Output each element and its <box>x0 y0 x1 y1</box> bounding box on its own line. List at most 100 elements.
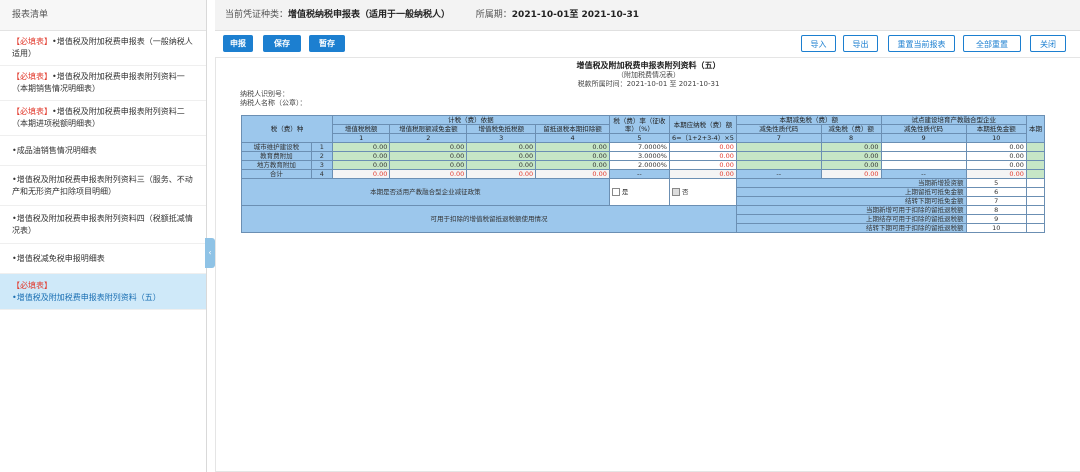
sidebar-item-label: •增值税减免税申报明细表 <box>12 253 105 263</box>
overflow-cell <box>1025 196 1045 206</box>
tax-name: 地方教育附加 <box>241 160 312 170</box>
payable-amount: 0.00 <box>668 151 737 161</box>
surcharge-table-scroll[interactable]: 税（费）种 计税（费）依据 税（费）率（征收率）（%） 本期应纳税（费）额 本期… <box>241 115 1045 304</box>
sidebar-item-oil-sales[interactable]: •成品油销售情况明细表 <box>0 136 206 166</box>
tax-rate: 3.0000% <box>608 151 670 161</box>
required-tag: 【必填表】 <box>12 72 52 81</box>
close-button[interactable]: 关闭 <box>1030 35 1066 52</box>
table-total-row: 合计 4 0.00 0.00 0.00 0.00 -- 0.00 -- 0.00… <box>241 169 1045 179</box>
header-red-code: 减免性质代码 <box>735 124 822 134</box>
total-reduction: 0.00 <box>820 169 882 179</box>
vat-amount[interactable]: 0.00 <box>331 142 391 152</box>
vat-amount[interactable]: 0.00 <box>331 160 391 170</box>
report-list-sidebar: 报表清单 【必填表】•增值税及附加税费申报表（一般纳税人适用） 【必填表】•增值… <box>0 0 207 472</box>
pilot-code[interactable] <box>880 151 967 161</box>
header-vat-free: 增值税免抵税额 <box>466 124 537 134</box>
reduction-amount[interactable]: 0.00 <box>820 160 882 170</box>
reset-all-button[interactable]: 全部重置 <box>963 35 1021 52</box>
overflow-cell <box>1025 142 1045 152</box>
sidebar-item-exemption[interactable]: •增值税减免税申报明细表 <box>0 244 206 274</box>
table-row: 地方教育附加 3 0.00 0.00 0.00 0.00 2.0000% 0.0… <box>241 160 1045 170</box>
total-vat: 0.00 <box>331 169 391 179</box>
taxpayer-name-label: 纳税人名称（公章）： <box>240 99 307 107</box>
temp-save-button[interactable]: 暂存 <box>309 35 345 52</box>
sidebar-item-schedule-4[interactable]: •增值税及附加税费申报表附列资料四（税额抵减情况表） <box>0 206 206 244</box>
col-num: 8 <box>820 133 882 143</box>
required-tag: 【必填表】 <box>12 280 52 290</box>
reduction-code[interactable] <box>735 151 822 161</box>
pilot-amount[interactable]: 0.00 <box>965 151 1027 161</box>
line-label: 上期结存可用于扣除的留抵退税额 <box>735 214 967 224</box>
refund-deduction[interactable]: 0.00 <box>535 160 610 170</box>
vat-exempt-amount[interactable]: 0.00 <box>389 160 468 170</box>
line-label: 当期新增投资额 <box>735 178 967 188</box>
total-label: 合计 <box>241 169 312 179</box>
col-num: 5 <box>608 133 670 143</box>
col-num: 7 <box>735 133 822 143</box>
yes-checkbox[interactable] <box>611 188 620 196</box>
no-checkbox[interactable] <box>671 188 680 196</box>
line-no: 5 <box>965 178 1027 188</box>
payable-amount: 0.00 <box>668 142 737 152</box>
header-rate: 税（费）率（征收率）（%） <box>608 115 670 134</box>
declare-button[interactable]: 申报 <box>223 35 253 52</box>
surcharge-table: 税（费）种 计税（费）依据 税（费）率（征收率）（%） 本期应纳税（费）额 本期… <box>241 115 1045 233</box>
period-label: 所属期： <box>475 10 512 20</box>
refund-deduction[interactable]: 0.00 <box>535 142 610 152</box>
sidebar-item-schedule-1[interactable]: 【必填表】•增值税及附加税费申报表附列资料一（本期销售情况明细表） <box>0 66 206 101</box>
reduction-code[interactable] <box>735 142 822 152</box>
refund-deduction[interactable]: 0.00 <box>535 151 610 161</box>
reduction-code[interactable] <box>735 160 822 170</box>
tax-rate: 2.0000% <box>608 160 670 170</box>
toolbar: 申报 保存 暂存 导入 导出 重置当前报表 全部重置 关闭 <box>215 35 1080 53</box>
vat-amount[interactable]: 0.00 <box>331 151 391 161</box>
required-tag: 【必填表】 <box>12 37 52 46</box>
vat-free-amount[interactable]: 0.00 <box>466 151 537 161</box>
vat-free-amount[interactable]: 0.00 <box>466 142 537 152</box>
required-tag: 【必填表】 <box>12 107 52 116</box>
save-button[interactable]: 保存 <box>263 35 301 52</box>
total-red-code: -- <box>735 169 822 179</box>
refund-row: 可用于扣除的增值税留抵退税额使用情况 当期新增可用于扣除的留抵退税额 8 <box>241 205 1045 233</box>
vat-exempt-amount[interactable]: 0.00 <box>389 151 468 161</box>
line-no: 10 <box>965 223 1027 233</box>
policy-question: 本期是否适用产教融合型企业减征政策 <box>241 178 610 206</box>
pilot-amount[interactable]: 0.00 <box>965 142 1027 152</box>
header-pilot: 试点建设培育产教融合型企业 <box>880 115 1027 125</box>
pilot-amount[interactable]: 0.00 <box>965 160 1027 170</box>
row-no: 3 <box>310 160 333 170</box>
header-pilot-code: 减免性质代码 <box>880 124 967 134</box>
pilot-code[interactable] <box>880 142 967 152</box>
overflow-cell <box>1025 169 1045 179</box>
export-button[interactable]: 导出 <box>843 35 878 52</box>
policy-yes-cell[interactable]: 是 <box>608 178 670 206</box>
reduction-amount[interactable]: 0.00 <box>820 151 882 161</box>
total-rate: -- <box>608 169 670 179</box>
vat-exempt-amount[interactable]: 0.00 <box>389 142 468 152</box>
tax-name: 教育费附加 <box>241 151 312 161</box>
total-vat-exempt: 0.00 <box>389 169 468 179</box>
reset-current-button[interactable]: 重置当前报表 <box>888 35 955 52</box>
sidebar-item-schedule-5[interactable]: 【必填表】 •增值税及附加税费申报表附列资料（五） <box>0 274 206 310</box>
yes-label: 是 <box>621 188 629 196</box>
header-vat-exempt: 增值税限额减免金额 <box>389 124 468 134</box>
overflow-cell <box>1025 187 1045 197</box>
vat-free-amount[interactable]: 0.00 <box>466 160 537 170</box>
collapse-sidebar-icon[interactable]: ‹ <box>205 238 215 268</box>
sidebar-item-label: •成品油销售情况明细表 <box>12 145 97 155</box>
pilot-code[interactable] <box>880 160 967 170</box>
header-tax-type: 税（费）种 <box>241 115 333 143</box>
sidebar-item-label: •增值税及附加税费申报表附列资料（五） <box>12 292 161 302</box>
line-no: 8 <box>965 205 1027 215</box>
sidebar-item-main-return[interactable]: 【必填表】•增值税及附加税费申报表（一般纳税人适用） <box>0 31 206 66</box>
line-no: 6 <box>965 187 1027 197</box>
tax-period: 税款所属时间：2021-10-01 至 2021-10-31 <box>577 80 720 88</box>
refund-question: 可用于扣除的增值税留抵退税额使用情况 <box>241 205 737 233</box>
import-button[interactable]: 导入 <box>801 35 836 52</box>
policy-no-cell[interactable]: 否 <box>668 178 737 206</box>
header-pilot-amount: 本期抵免金额 <box>965 124 1027 134</box>
sidebar-item-schedule-3[interactable]: •增值税及附加税费申报表附列资料三（服务、不动产和无形资产扣除项目明细） <box>0 166 206 206</box>
overflow-cell <box>1025 151 1045 161</box>
reduction-amount[interactable]: 0.00 <box>820 142 882 152</box>
sidebar-item-schedule-2[interactable]: 【必填表】•增值税及附加税费申报表附列资料二（本期进项税额明细表） <box>0 101 206 136</box>
